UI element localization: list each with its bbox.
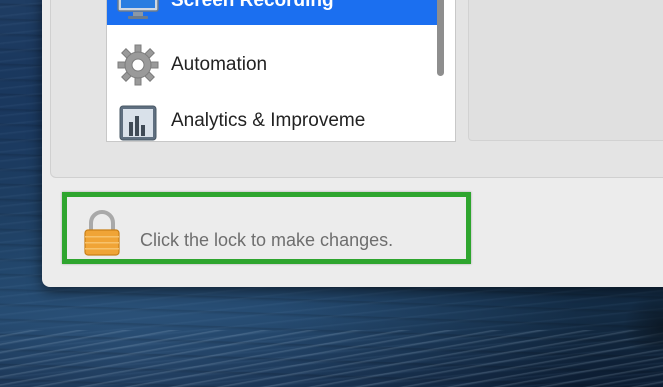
gear-icon	[115, 44, 161, 86]
display-icon	[115, 0, 161, 22]
app-detail-pane	[468, 0, 663, 141]
desktop-rock-shadow	[623, 290, 663, 350]
list-item-label: Screen Recording	[171, 0, 334, 11]
desktop-wave-texture	[0, 330, 663, 387]
list-scrollbar[interactable]	[437, 0, 444, 76]
list-item-label: Automation	[171, 54, 268, 75]
lock-icon[interactable]	[82, 209, 122, 257]
analytics-chart-icon	[115, 100, 161, 141]
privacy-category-list[interactable]: Screen Recording Automation Analytics & …	[106, 0, 456, 142]
lock-highlight-frame	[62, 192, 471, 264]
lock-instruction-text[interactable]: Click the lock to make changes.	[140, 230, 393, 251]
list-item-analytics[interactable]: Analytics & Improveme	[107, 97, 437, 141]
list-item-label: Analytics & Improveme	[171, 110, 366, 131]
list-item-automation[interactable]: Automation	[107, 41, 437, 89]
list-item-screen-recording[interactable]: Screen Recording	[107, 0, 437, 25]
